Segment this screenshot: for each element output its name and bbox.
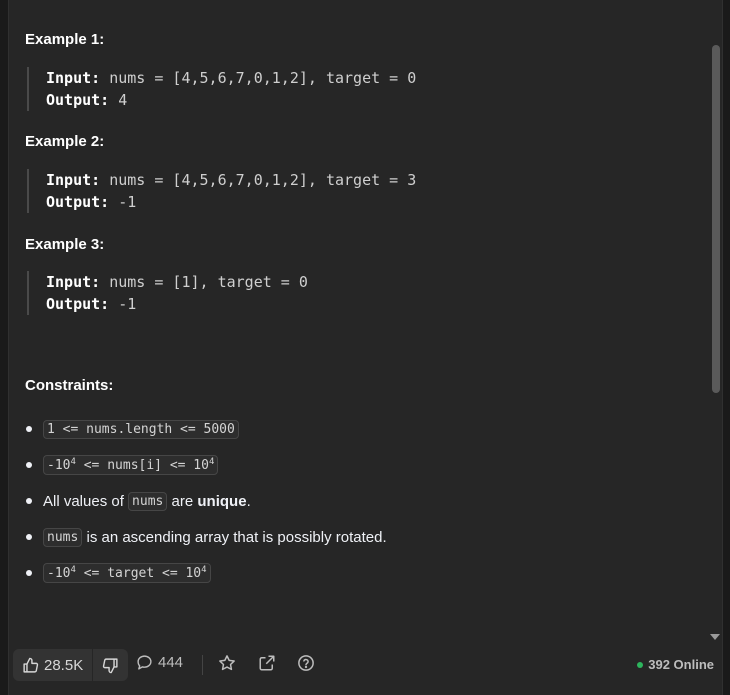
constraint-text: . xyxy=(246,492,251,510)
output-label: Output: xyxy=(46,91,110,109)
divider xyxy=(202,655,203,675)
thumbs-down-icon xyxy=(102,657,119,674)
exponent: 4 xyxy=(208,457,215,467)
input-label: Input: xyxy=(46,273,101,291)
constraint-item: nums is an ascending array that is possi… xyxy=(25,525,665,549)
constraint-upper: <= target <= 10 xyxy=(75,566,202,581)
problem-description-panel: Example 1: Input: nums = [4,5,6,7,0,1,2]… xyxy=(8,0,723,695)
comment-icon xyxy=(136,654,153,671)
online-dot xyxy=(637,661,644,668)
constraint-lower: -10 xyxy=(47,458,71,473)
description-content: Example 1: Input: nums = [4,5,6,7,0,1,2]… xyxy=(25,0,705,635)
constraint-text: are xyxy=(171,492,194,510)
online-status: 392 Online xyxy=(637,657,714,672)
scrollbar-thumb[interactable] xyxy=(712,45,720,393)
like-dislike-group: 28.5K xyxy=(13,649,129,681)
input-value: nums = [4,5,6,7,0,1,2], target = 3 xyxy=(109,171,417,189)
example-3-title: Example 3: xyxy=(25,236,105,253)
share-button[interactable] xyxy=(258,654,276,672)
bullet-dot xyxy=(26,534,32,540)
output-value: -1 xyxy=(118,295,137,313)
comment-count: 444 xyxy=(158,654,184,671)
constraint-lower: -10 xyxy=(47,566,71,581)
bullet-dot xyxy=(26,498,32,504)
help-icon xyxy=(297,654,315,672)
constraint-code: nums xyxy=(128,491,168,511)
like-count: 28.5K xyxy=(44,656,84,674)
scroll-down-arrow[interactable] xyxy=(710,634,720,640)
help-button[interactable] xyxy=(297,654,315,672)
dislike-button[interactable] xyxy=(93,649,128,681)
bullet-dot xyxy=(26,462,32,468)
bottom-toolbar: 28.5K 444 392 Online xyxy=(9,645,724,685)
constraint-item: -104 <= target <= 104 xyxy=(25,561,665,585)
output-value: 4 xyxy=(118,91,128,109)
constraints-title: Constraints: xyxy=(25,377,114,394)
favorite-button[interactable] xyxy=(218,654,236,672)
bullet-dot xyxy=(26,570,32,576)
constraint-bold: unique xyxy=(197,492,247,510)
constraint-text: is an ascending array that is possibly r… xyxy=(86,528,387,546)
constraint-code: nums xyxy=(43,527,83,547)
constraint-text: All values of xyxy=(43,492,124,510)
input-value: nums = [4,5,6,7,0,1,2], target = 0 xyxy=(109,69,417,87)
constraint-code: -104 <= target <= 104 xyxy=(43,563,211,583)
example-2-title: Example 2: xyxy=(25,133,105,150)
constraint-item: 1 <= nums.length <= 5000 xyxy=(25,417,665,441)
vertical-scrollbar[interactable] xyxy=(710,0,720,640)
example-3-block: Input: nums = [1], target = 0 Output: -1 xyxy=(27,271,686,315)
thumbs-up-icon xyxy=(22,657,39,674)
output-value: -1 xyxy=(118,193,137,211)
bullet-dot xyxy=(26,426,32,432)
online-count: 392 Online xyxy=(648,657,714,672)
constraint-item: -104 <= nums[i] <= 104 xyxy=(25,453,665,477)
exponent: 4 xyxy=(201,565,207,575)
output-label: Output: xyxy=(46,193,110,211)
input-label: Input: xyxy=(46,171,101,189)
share-icon xyxy=(258,654,276,672)
constraint-code: 1 <= nums.length <= 5000 xyxy=(43,419,239,439)
comments-button[interactable]: 444 xyxy=(136,654,183,671)
star-icon xyxy=(218,654,236,672)
constraint-code: -104 <= nums[i] <= 104 xyxy=(43,455,219,475)
input-label: Input: xyxy=(46,69,101,87)
example-1-block: Input: nums = [4,5,6,7,0,1,2], target = … xyxy=(27,67,686,111)
constraint-upper: <= nums[i] <= 10 xyxy=(75,458,209,473)
input-value: nums = [1], target = 0 xyxy=(109,273,308,291)
example-2-block: Input: nums = [4,5,6,7,0,1,2], target = … xyxy=(27,169,686,213)
constraint-item: All values of nums are unique. xyxy=(25,489,665,513)
like-button[interactable]: 28.5K xyxy=(13,649,92,681)
example-1-title: Example 1: xyxy=(25,31,105,48)
output-label: Output: xyxy=(46,295,110,313)
